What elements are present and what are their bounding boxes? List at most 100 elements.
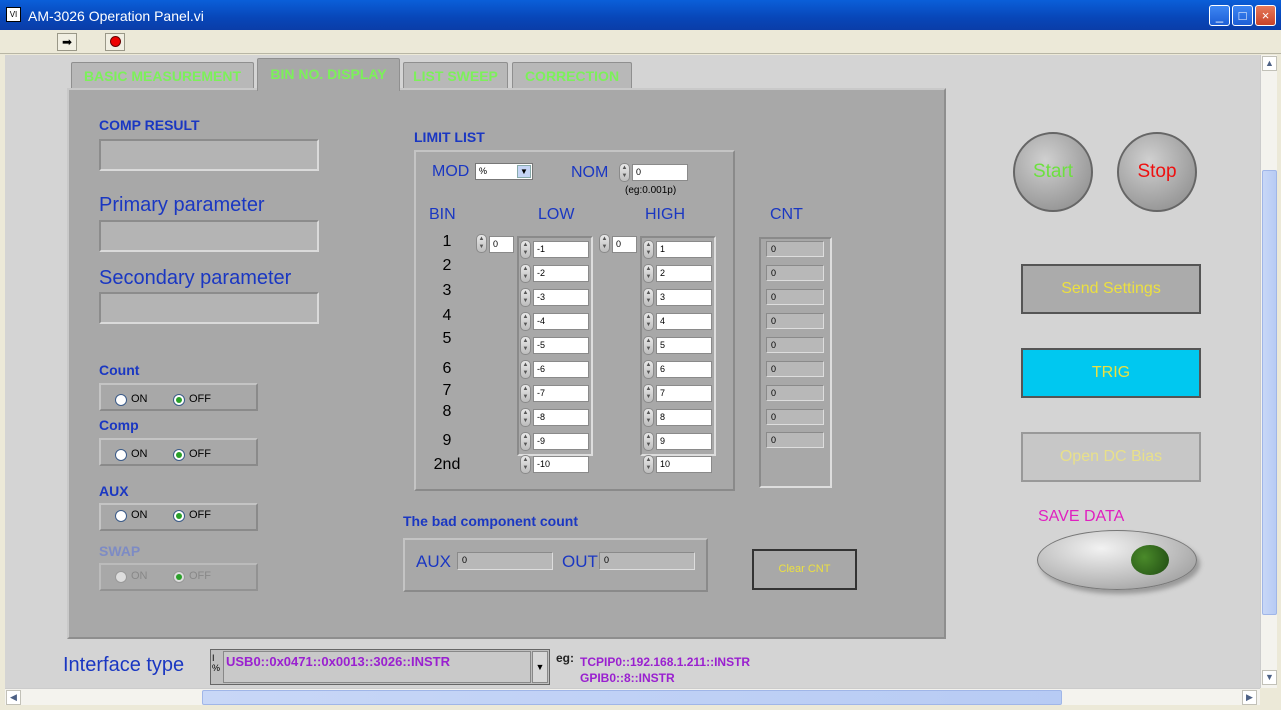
high-spinner-icon[interactable]: ▲ ▼ <box>643 455 654 474</box>
swap-on-label: ON <box>131 570 148 582</box>
low-spinner-icon[interactable]: ▲ ▼ <box>520 240 531 259</box>
nom-spinner-icon[interactable]: ▲ ▼ <box>619 163 630 182</box>
low-spinner-icon[interactable]: ▲ ▼ <box>520 312 531 331</box>
low-spinner-icon[interactable]: ▲ ▼ <box>520 432 531 451</box>
low-spinner-icon[interactable]: ▲ ▼ <box>520 336 531 355</box>
high-limit-input[interactable]: 4 <box>656 313 712 330</box>
open-dc-bias-button[interactable]: Open DC Bias <box>1021 432 1201 482</box>
scroll-left-icon[interactable]: ◀ <box>6 690 21 705</box>
low-spinner-icon[interactable]: ▲ ▼ <box>520 408 531 427</box>
comp-on-radio[interactable] <box>115 449 127 461</box>
scroll-down-icon[interactable]: ▼ <box>1262 670 1277 685</box>
low-limit-input[interactable]: -6 <box>533 361 589 378</box>
high-limit-input[interactable]: 2 <box>656 265 712 282</box>
cnt-header: CNT <box>770 206 803 223</box>
horizontal-scrollbar[interactable]: ◀ ▶ <box>5 688 1260 705</box>
low-header: LOW <box>538 206 575 223</box>
bin-number: 2 <box>442 257 452 274</box>
low-spinner-icon[interactable]: ▲ ▼ <box>520 455 531 474</box>
low-limit-input[interactable]: -3 <box>533 289 589 306</box>
clear-cnt-button[interactable]: Clear CNT <box>752 549 857 590</box>
bad-aux-label: AUX <box>416 552 451 571</box>
high-spinner-icon[interactable]: ▲ ▼ <box>643 360 654 379</box>
nom-label: NOM <box>571 164 609 181</box>
tab-basic-measurement[interactable]: BASIC MEASUREMENT <box>71 62 254 89</box>
high-limit-input[interactable]: 7 <box>656 385 712 402</box>
high-spinner-icon[interactable]: ▲ ▼ <box>643 432 654 451</box>
low-index-input[interactable]: 0 <box>489 236 514 253</box>
high-spinner-icon[interactable]: ▲ ▼ <box>643 336 654 355</box>
close-button[interactable]: × <box>1255 5 1276 26</box>
horizontal-scroll-thumb[interactable] <box>202 690 1062 705</box>
minimize-button[interactable]: _ <box>1209 5 1230 26</box>
vertical-scrollbar[interactable]: ▲ ▼ <box>1260 55 1277 688</box>
aux-on-radio[interactable] <box>115 510 127 522</box>
nom-input[interactable]: 0 <box>632 164 688 181</box>
low-spinner-icon[interactable]: ▲ ▼ <box>520 360 531 379</box>
low-limit-input[interactable]: -10 <box>533 456 589 473</box>
bin-count-cell: 0 <box>766 337 824 353</box>
vertical-scroll-thumb[interactable] <box>1262 170 1277 615</box>
scroll-corner <box>1260 688 1277 705</box>
low-limit-input[interactable]: -9 <box>533 433 589 450</box>
low-limit-input[interactable]: -1 <box>533 241 589 258</box>
scroll-up-icon[interactable]: ▲ <box>1262 56 1277 71</box>
high-index-input[interactable]: 0 <box>612 236 637 253</box>
high-limit-input[interactable]: 3 <box>656 289 712 306</box>
stop-button[interactable]: Stop <box>1117 132 1197 212</box>
low-spinner-icon[interactable]: ▲ ▼ <box>520 264 531 283</box>
high-spinner-icon[interactable]: ▲ ▼ <box>643 240 654 259</box>
run-arrow-icon[interactable]: ➡ <box>57 33 77 51</box>
bin-count-cell: 0 <box>766 361 824 377</box>
high-limit-input[interactable]: 9 <box>656 433 712 450</box>
low-limit-input[interactable]: -4 <box>533 313 589 330</box>
low-spinner-icon[interactable]: ▲ ▼ <box>520 288 531 307</box>
start-button[interactable]: Start <box>1013 132 1093 212</box>
count-on-radio[interactable] <box>115 394 127 406</box>
aux-off-radio[interactable] <box>173 510 185 522</box>
scroll-right-icon[interactable]: ▶ <box>1242 690 1257 705</box>
high-spinner-icon[interactable]: ▲ ▼ <box>643 408 654 427</box>
maximize-button[interactable]: □ <box>1232 5 1253 26</box>
high-spinner-icon[interactable]: ▲ ▼ <box>643 288 654 307</box>
tab-bin-no-display[interactable]: BIN NO. DISPLAY <box>257 58 400 91</box>
interface-type-select[interactable]: I% USB0::0x0471::0x0013::3026::INSTR ▼ <box>210 649 550 685</box>
save-data-toggle[interactable] <box>1037 530 1197 590</box>
low-limit-input[interactable]: -2 <box>533 265 589 282</box>
mod-select[interactable]: % ▼ <box>475 163 533 180</box>
high-limit-input[interactable]: 10 <box>656 456 712 473</box>
secondary-parameter-indicator <box>99 292 319 324</box>
high-limit-input[interactable]: 5 <box>656 337 712 354</box>
io-prefix-icon: I% <box>212 653 221 673</box>
high-limit-input[interactable]: 1 <box>656 241 712 258</box>
mod-value: % <box>479 166 488 176</box>
high-limit-input[interactable]: 8 <box>656 409 712 426</box>
comp-label: Comp <box>99 417 139 433</box>
low-limit-input[interactable]: -5 <box>533 337 589 354</box>
comp-on-label: ON <box>131 448 148 460</box>
high-spinner-icon[interactable]: ▲ ▼ <box>643 312 654 331</box>
bin-number: 3 <box>442 282 452 299</box>
comp-off-radio[interactable] <box>173 449 185 461</box>
trig-button[interactable]: TRIG <box>1021 348 1201 398</box>
low-index-spinner-icon[interactable]: ▲ ▼ <box>476 234 487 253</box>
high-limit-input[interactable]: 6 <box>656 361 712 378</box>
low-spinner-icon[interactable]: ▲ ▼ <box>520 384 531 403</box>
high-spinner-icon[interactable]: ▲ ▼ <box>643 384 654 403</box>
low-limit-input[interactable]: -7 <box>533 385 589 402</box>
send-settings-button[interactable]: Send Settings <box>1021 264 1201 314</box>
bin-count-cell: 0 <box>766 289 824 305</box>
bin-number: 7 <box>442 382 452 399</box>
high-index-spinner-icon[interactable]: ▲ ▼ <box>599 234 610 253</box>
comp-off-label: OFF <box>189 448 211 460</box>
tab-correction[interactable]: CORRECTION <box>512 62 632 89</box>
bin-count-cell: 0 <box>766 241 824 257</box>
chevron-down-icon[interactable]: ▼ <box>532 651 548 683</box>
chevron-down-icon[interactable]: ▼ <box>517 165 531 178</box>
count-off-radio[interactable] <box>173 394 185 406</box>
high-spinner-icon[interactable]: ▲ ▼ <box>643 264 654 283</box>
low-limit-input[interactable]: -8 <box>533 409 589 426</box>
swap-off-radio <box>173 571 185 583</box>
tab-list-sweep[interactable]: LIST SWEEP <box>403 62 508 89</box>
abort-stop-icon[interactable] <box>105 33 125 51</box>
